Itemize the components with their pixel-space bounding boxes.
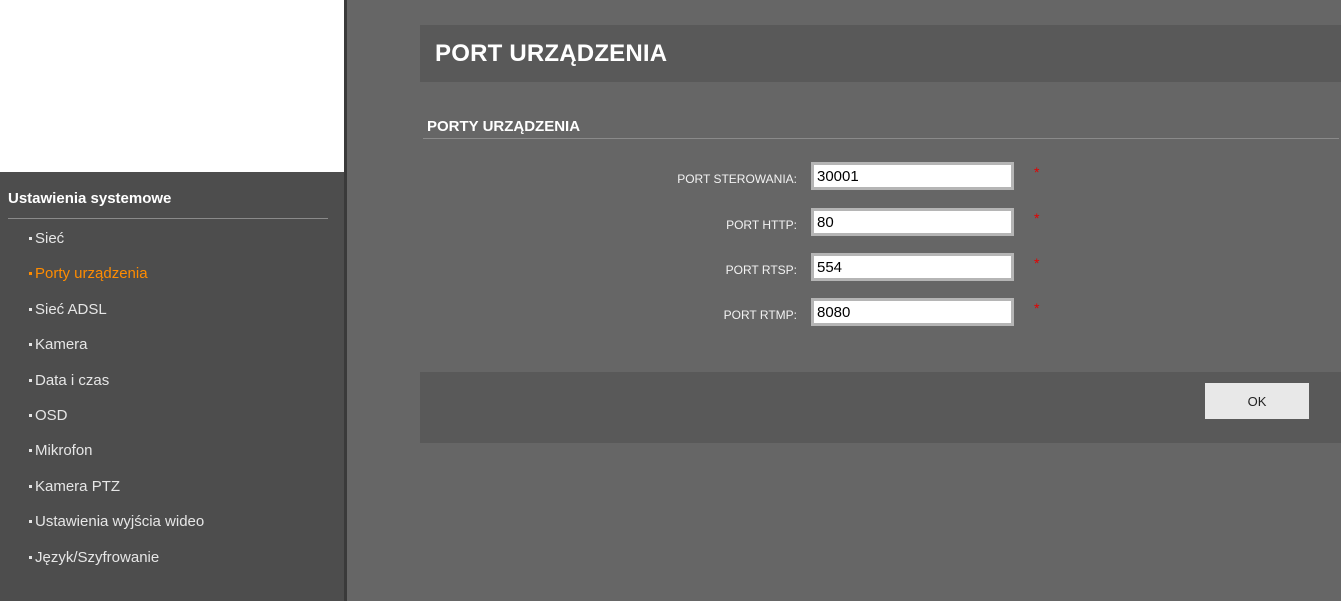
bullet-icon bbox=[29, 449, 32, 453]
panel-footer: OK bbox=[420, 372, 1341, 443]
sidebar-item-mikrofon[interactable]: Mikrofon bbox=[0, 438, 93, 473]
sidebar-item-label: Sieć bbox=[35, 230, 65, 247]
sidebar-item-label: Mikrofon bbox=[35, 442, 93, 460]
form-row-port-http: PORT HTTP: * bbox=[420, 208, 1341, 242]
ok-button[interactable]: OK bbox=[1205, 383, 1309, 419]
page-title: PORT URZĄDZENIA bbox=[435, 40, 668, 67]
bullet-icon bbox=[29, 237, 32, 240]
section-divider bbox=[423, 138, 1339, 139]
bullet-icon bbox=[29, 272, 32, 276]
sidebar: Ustawienia systemowe Sieć Porty urządzen… bbox=[0, 172, 344, 601]
sidebar-item-siec[interactable]: Sieć bbox=[0, 226, 64, 261]
bullet-icon bbox=[29, 413, 32, 417]
sidebar-item-jezyk-szyfrowanie[interactable]: Język/Szyfrowanie bbox=[0, 545, 159, 580]
required-marker: * bbox=[1034, 210, 1040, 226]
port-sterowania-label: PORT STEROWANIA: bbox=[677, 172, 797, 186]
bullet-icon bbox=[29, 520, 32, 524]
form-row-port-sterowania: PORT STEROWANIA: * bbox=[420, 162, 1341, 196]
sidebar-item-label: Sieć ADSL bbox=[35, 300, 107, 318]
section-title: PORTY URZĄDZENIA bbox=[427, 118, 581, 135]
sidebar-item-label: Kamera PTZ bbox=[35, 477, 121, 495]
port-http-label: PORT HTTP: bbox=[726, 218, 797, 232]
sidebar-menu: Sieć Porty urządzenia Sieć ADSL Kamera D… bbox=[0, 226, 204, 580]
sidebar-item-label: Kamera bbox=[35, 336, 88, 354]
port-http-input[interactable] bbox=[811, 208, 1014, 236]
bullet-icon bbox=[29, 343, 32, 347]
sidebar-item-porty-urzadzenia[interactable]: Porty urządzenia bbox=[0, 261, 148, 296]
form-row-port-rtmp: PORT RTMP: * bbox=[420, 298, 1341, 332]
sidebar-item-label: Data i czas bbox=[35, 371, 110, 389]
required-marker: * bbox=[1034, 164, 1040, 180]
sidebar-item-kamera-ptz[interactable]: Kamera PTZ bbox=[0, 474, 120, 509]
bullet-icon bbox=[29, 484, 32, 488]
form-row-port-rtsp: PORT RTSP: * bbox=[420, 253, 1341, 287]
required-marker: * bbox=[1034, 255, 1040, 271]
bullet-icon bbox=[29, 307, 32, 311]
port-rtmp-input[interactable] bbox=[811, 298, 1014, 326]
sidebar-item-label: OSD bbox=[35, 406, 68, 424]
sidebar-item-label: Język/Szyfrowanie bbox=[35, 548, 160, 566]
port-rtsp-label: PORT RTSP: bbox=[725, 263, 797, 277]
port-rtsp-input[interactable] bbox=[811, 253, 1014, 281]
sidebar-title: Ustawienia systemowe bbox=[8, 190, 328, 219]
sidebar-item-label: Porty urządzenia bbox=[35, 265, 148, 283]
bullet-icon bbox=[29, 555, 32, 559]
sidebar-top-blank bbox=[0, 0, 344, 172]
bullet-icon bbox=[29, 378, 32, 382]
required-marker: * bbox=[1034, 300, 1040, 316]
sidebar-item-label: Ustawienia wyjścia wideo bbox=[35, 513, 205, 531]
sidebar-item-kamera[interactable]: Kamera bbox=[0, 332, 88, 367]
main-content: PORT URZĄDZENIA PORTY URZĄDZENIA PORT ST… bbox=[347, 0, 1341, 601]
sidebar-item-osd[interactable]: OSD bbox=[0, 403, 68, 438]
port-sterowania-input[interactable] bbox=[811, 162, 1014, 190]
sidebar-item-data-i-czas[interactable]: Data i czas bbox=[0, 368, 109, 403]
panel-header: PORT URZĄDZENIA bbox=[420, 25, 1341, 82]
sidebar-item-siec-adsl[interactable]: Sieć ADSL bbox=[0, 297, 107, 332]
sidebar-item-ustawienia-wyjscia-wideo[interactable]: Ustawienia wyjścia wideo bbox=[0, 509, 204, 544]
port-rtmp-label: PORT RTMP: bbox=[723, 308, 797, 322]
